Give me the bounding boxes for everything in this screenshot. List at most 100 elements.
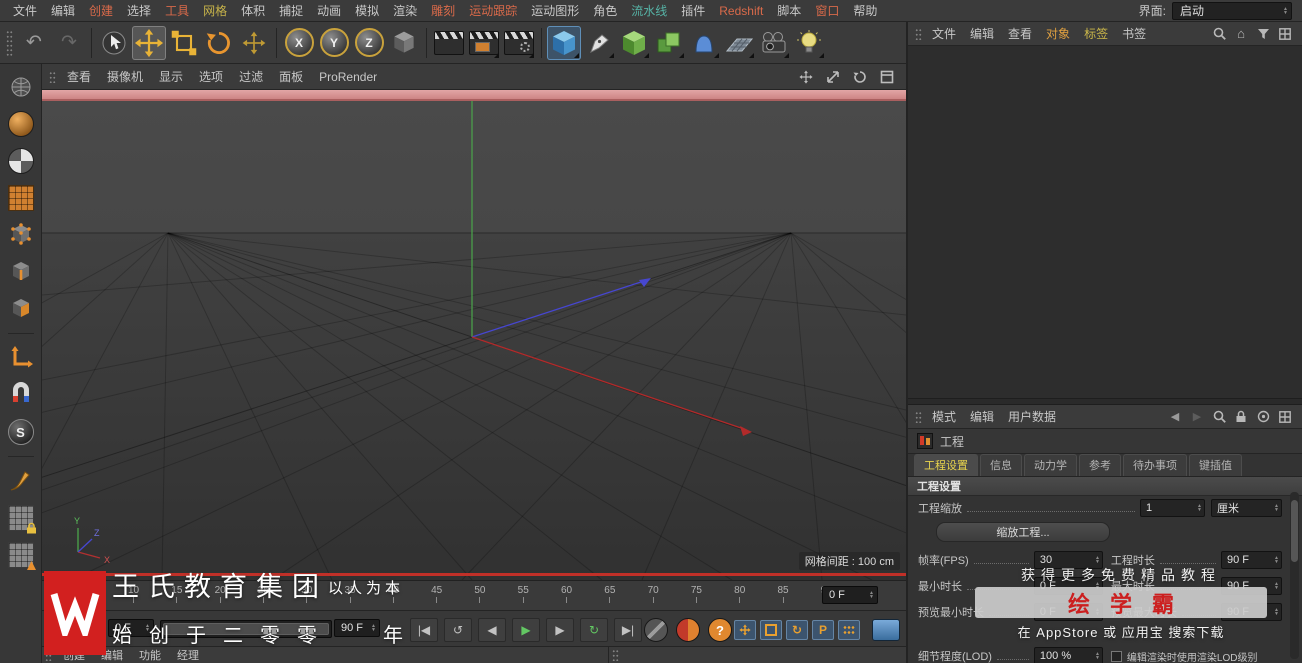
- viewport-menu-item[interactable]: 过滤: [231, 68, 271, 85]
- preview-min-field[interactable]: 0 F ▲ ▼: [1033, 603, 1103, 621]
- menu-item[interactable]: 运动图形: [524, 2, 586, 19]
- transport-button[interactable]: ↺: [444, 618, 472, 642]
- scale-project-button[interactable]: 缩放工程...: [936, 522, 1110, 542]
- record-disabled-icon[interactable]: [644, 618, 668, 642]
- toolbar-grip[interactable]: [6, 29, 13, 56]
- viewport-menu-item[interactable]: 选项: [191, 68, 231, 85]
- menu-item[interactable]: 雕刻: [424, 2, 462, 19]
- spinner-icon[interactable]: ▲ ▼: [1095, 608, 1100, 617]
- rotate-tool-button[interactable]: [202, 26, 236, 60]
- transport-button[interactable]: ▶: [512, 618, 540, 642]
- material-menu-item[interactable]: 经理: [169, 647, 207, 663]
- workplane-lock-button[interactable]: [4, 501, 38, 535]
- dock-button[interactable]: [1278, 410, 1292, 424]
- render-lod-checkbox[interactable]: [1110, 650, 1122, 662]
- record-parameter-toggle[interactable]: P: [812, 620, 834, 640]
- attribute-manager-menu-item[interactable]: 用户数据: [1001, 408, 1063, 425]
- material-menu-item[interactable]: 编辑: [93, 647, 131, 663]
- scrollbar-thumb[interactable]: [1291, 500, 1298, 562]
- cube-primitive-button[interactable]: [547, 25, 581, 60]
- attribute-tab[interactable]: 键插值: [1189, 454, 1242, 476]
- brush-button[interactable]: [4, 464, 38, 498]
- transport-button[interactable]: ▶|: [614, 618, 642, 642]
- object-manager-menu-item[interactable]: 编辑: [963, 25, 1001, 42]
- spinner-icon[interactable]: ▲ ▼: [1274, 556, 1279, 565]
- render-settings-button[interactable]: [502, 26, 536, 60]
- x-axis-lock-button[interactable]: X: [282, 26, 316, 60]
- menu-item[interactable]: 选择: [120, 2, 158, 19]
- attribute-manager-menu-item[interactable]: 模式: [925, 408, 963, 425]
- spinner-icon[interactable]: ▲ ▼: [869, 591, 874, 600]
- attribute-tab[interactable]: 动力学: [1024, 454, 1077, 476]
- uv-mode-button[interactable]: [4, 181, 38, 215]
- attribute-scrollbar[interactable]: [1290, 492, 1299, 659]
- object-manager-menu-item[interactable]: 对象: [1039, 25, 1077, 42]
- menu-item[interactable]: 运动跟踪: [462, 2, 524, 19]
- transport-button[interactable]: ↻: [580, 618, 608, 642]
- spinner-icon[interactable]: ▲ ▼: [1095, 556, 1100, 565]
- lod-field[interactable]: 100 % ▲ ▼: [1033, 647, 1103, 663]
- transport-button[interactable]: ▶: [546, 618, 574, 642]
- record-position-toggle[interactable]: [734, 620, 756, 640]
- project-scale-unit-select[interactable]: 厘米 ▲ ▼: [1211, 499, 1282, 517]
- menu-item[interactable]: 流水线: [624, 2, 674, 19]
- move-tool-button[interactable]: [132, 25, 166, 60]
- menu-item[interactable]: 编辑: [44, 2, 82, 19]
- menu-item[interactable]: Redshift: [712, 4, 770, 18]
- polygon-mode-button[interactable]: [4, 292, 38, 326]
- autokey-help-button[interactable]: ?: [708, 618, 732, 642]
- snap-magnet-button[interactable]: [4, 378, 38, 412]
- lock-button[interactable]: [1234, 410, 1248, 424]
- preview-max-field[interactable]: 90 F ▲ ▼: [1221, 603, 1282, 621]
- deformer-button[interactable]: [687, 26, 721, 60]
- spline-pen-button[interactable]: [582, 26, 616, 60]
- spinner-icon[interactable]: ▲ ▼: [1274, 608, 1279, 617]
- transport-button[interactable]: ◀: [478, 618, 506, 642]
- viewport-menu-item[interactable]: 显示: [151, 68, 191, 85]
- subdivision-surface-button[interactable]: [617, 26, 651, 60]
- object-manager-menu-item[interactable]: 查看: [1001, 25, 1039, 42]
- open-timeline-button[interactable]: [872, 619, 900, 641]
- timeline-ruler[interactable]: 1015202530354045505560657075808590 0 F ▲…: [42, 580, 906, 610]
- menu-item[interactable]: 体积: [234, 2, 272, 19]
- object-manager-menu-item[interactable]: 标签: [1077, 25, 1115, 42]
- spinner-icon[interactable]: ▲ ▼: [1095, 582, 1100, 591]
- menu-item[interactable]: 角色: [586, 2, 624, 19]
- home-button[interactable]: ⌂: [1234, 26, 1248, 41]
- workplane-snap-button[interactable]: [4, 538, 38, 572]
- current-frame-field[interactable]: 0 F ▲ ▼: [822, 586, 878, 604]
- max-time-field[interactable]: 90 F ▲ ▼: [1221, 577, 1282, 595]
- pan-view-button[interactable]: [795, 67, 817, 87]
- menu-item[interactable]: 文件: [6, 2, 44, 19]
- record-active-objects-button[interactable]: [676, 618, 700, 642]
- panel-grip[interactable]: [915, 27, 922, 40]
- viewport-menu-item[interactable]: 摄像机: [99, 68, 151, 85]
- live-selection-button[interactable]: [97, 26, 131, 60]
- panel-grip[interactable]: [612, 649, 619, 661]
- spinner-icon[interactable]: ▲ ▼: [1197, 504, 1202, 513]
- viewport-menu-item[interactable]: ProRender: [311, 70, 385, 84]
- s-badge-button[interactable]: S: [4, 415, 38, 449]
- spinner-icon[interactable]: ▲ ▼: [1283, 6, 1288, 15]
- menu-item[interactable]: 脚本: [770, 2, 808, 19]
- project-scale-field[interactable]: 1 ▲ ▼: [1140, 499, 1205, 517]
- search-button[interactable]: [1212, 410, 1226, 424]
- interface-select[interactable]: 启动 ▲ ▼: [1172, 1, 1292, 20]
- spinner-icon[interactable]: ▲ ▼: [371, 624, 376, 633]
- redo-button[interactable]: ↷: [52, 26, 86, 60]
- panel-grip[interactable]: [45, 649, 52, 661]
- panel-grip[interactable]: [49, 70, 56, 83]
- menu-item[interactable]: 渲染: [386, 2, 424, 19]
- model-mode-button[interactable]: [4, 107, 38, 141]
- floor-button[interactable]: [722, 26, 756, 60]
- camera-button[interactable]: [757, 26, 791, 60]
- object-manager-menu-item[interactable]: 书签: [1115, 25, 1153, 42]
- panel-grip[interactable]: [915, 410, 922, 423]
- light-button[interactable]: [792, 26, 826, 60]
- min-time-field[interactable]: 0 F ▲ ▼: [1033, 577, 1103, 595]
- menu-item[interactable]: 捕捉: [272, 2, 310, 19]
- toggle-view-button[interactable]: [876, 67, 898, 87]
- spinner-icon[interactable]: ▲ ▼: [1274, 504, 1279, 513]
- spinner-icon[interactable]: ▲ ▼: [1095, 652, 1100, 661]
- menu-item[interactable]: 工具: [158, 2, 196, 19]
